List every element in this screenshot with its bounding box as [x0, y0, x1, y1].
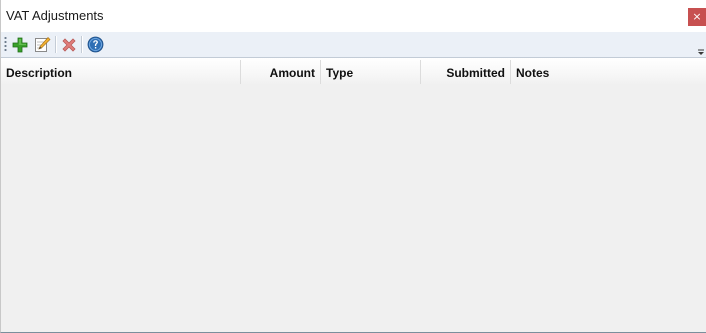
column-header-amount[interactable]: Amount [241, 58, 320, 85]
pencil-notepad-icon [35, 36, 51, 52]
window-title: VAT Adjustments [6, 8, 104, 23]
column-header-submitted[interactable]: Submitted [421, 58, 510, 85]
vat-adjustments-window: VAT Adjustments × Description Amount Typ… [0, 0, 706, 333]
grid-header: Description Amount Type Submitted Notes [1, 58, 706, 85]
delete-button[interactable] [59, 35, 78, 54]
chevron-down-icon [698, 49, 704, 55]
toolbar-separator [81, 36, 83, 53]
column-header-description[interactable]: Description [1, 58, 240, 85]
title-bar: VAT Adjustments × [1, 0, 706, 32]
toolbar-overflow-button[interactable] [696, 44, 706, 55]
vat-adjustments-grid[interactable]: Description Amount Type Submitted Notes [1, 58, 706, 332]
help-button[interactable] [86, 35, 105, 54]
red-x-icon [61, 37, 76, 52]
add-button[interactable] [10, 35, 29, 54]
help-circle-icon [87, 36, 104, 53]
toolbar [1, 32, 706, 58]
close-button[interactable]: × [688, 8, 706, 26]
toolbar-grip[interactable] [4, 36, 7, 53]
grid-body-empty [1, 85, 706, 332]
toolbar-separator [55, 36, 57, 53]
column-header-notes[interactable]: Notes [511, 58, 706, 85]
plus-icon [12, 37, 27, 52]
column-header-type[interactable]: Type [321, 58, 420, 85]
edit-button[interactable] [33, 35, 52, 54]
